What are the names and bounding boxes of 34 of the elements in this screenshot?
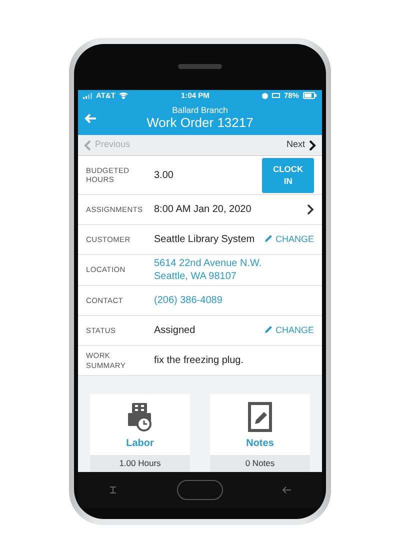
alarm-icon <box>262 92 268 99</box>
clock-in-button[interactable]: CLOCK IN <box>262 158 314 194</box>
battery-icon <box>302 92 317 100</box>
change-link[interactable]: CHANGE <box>264 233 314 247</box>
time-clock-icon <box>127 402 153 432</box>
signal-icon <box>83 92 92 99</box>
branch-name: Ballard Branch <box>171 106 229 116</box>
field-value: Seattle Library System <box>154 233 256 246</box>
next-link[interactable]: Next <box>286 138 316 152</box>
page-title: Work Order 13217 <box>146 115 254 131</box>
field-link[interactable]: (206) 386-4089 <box>154 294 286 308</box>
field-value: fix the freezing plug. <box>154 354 244 368</box>
screen-icon <box>272 92 280 99</box>
back-icon[interactable] <box>282 485 292 495</box>
pencil-icon <box>264 324 274 334</box>
back-arrow-icon[interactable] <box>84 112 97 124</box>
recent-apps-icon[interactable] <box>108 485 118 495</box>
chevron-left-icon <box>84 140 91 151</box>
pencil-icon <box>264 234 274 244</box>
field-value: 3.00 <box>154 168 174 182</box>
tile-card[interactable]: Labor 1.00 Hours <box>90 394 190 472</box>
field-value: Assigned <box>154 324 196 338</box>
speaker-grille <box>178 64 222 69</box>
home-button[interactable] <box>176 480 223 500</box>
field-value: 8:00 AM Jan 20, 2020 <box>154 203 252 216</box>
notepad-pencil-icon <box>248 402 272 432</box>
chevron-right-icon <box>309 140 316 151</box>
field-link[interactable]: 5614 22nd Avenue N.W. Seattle, WA 98107 <box>154 257 286 284</box>
change-link[interactable]: CHANGE <box>264 324 314 338</box>
tile-card[interactable]: Notes 0 Notes <box>210 394 310 472</box>
chevron-right-icon[interactable] <box>307 204 314 216</box>
wifi-icon <box>119 92 128 100</box>
tile-summary: 1.00 Hours <box>90 455 190 472</box>
tile-summary: 0 Notes <box>210 455 310 472</box>
